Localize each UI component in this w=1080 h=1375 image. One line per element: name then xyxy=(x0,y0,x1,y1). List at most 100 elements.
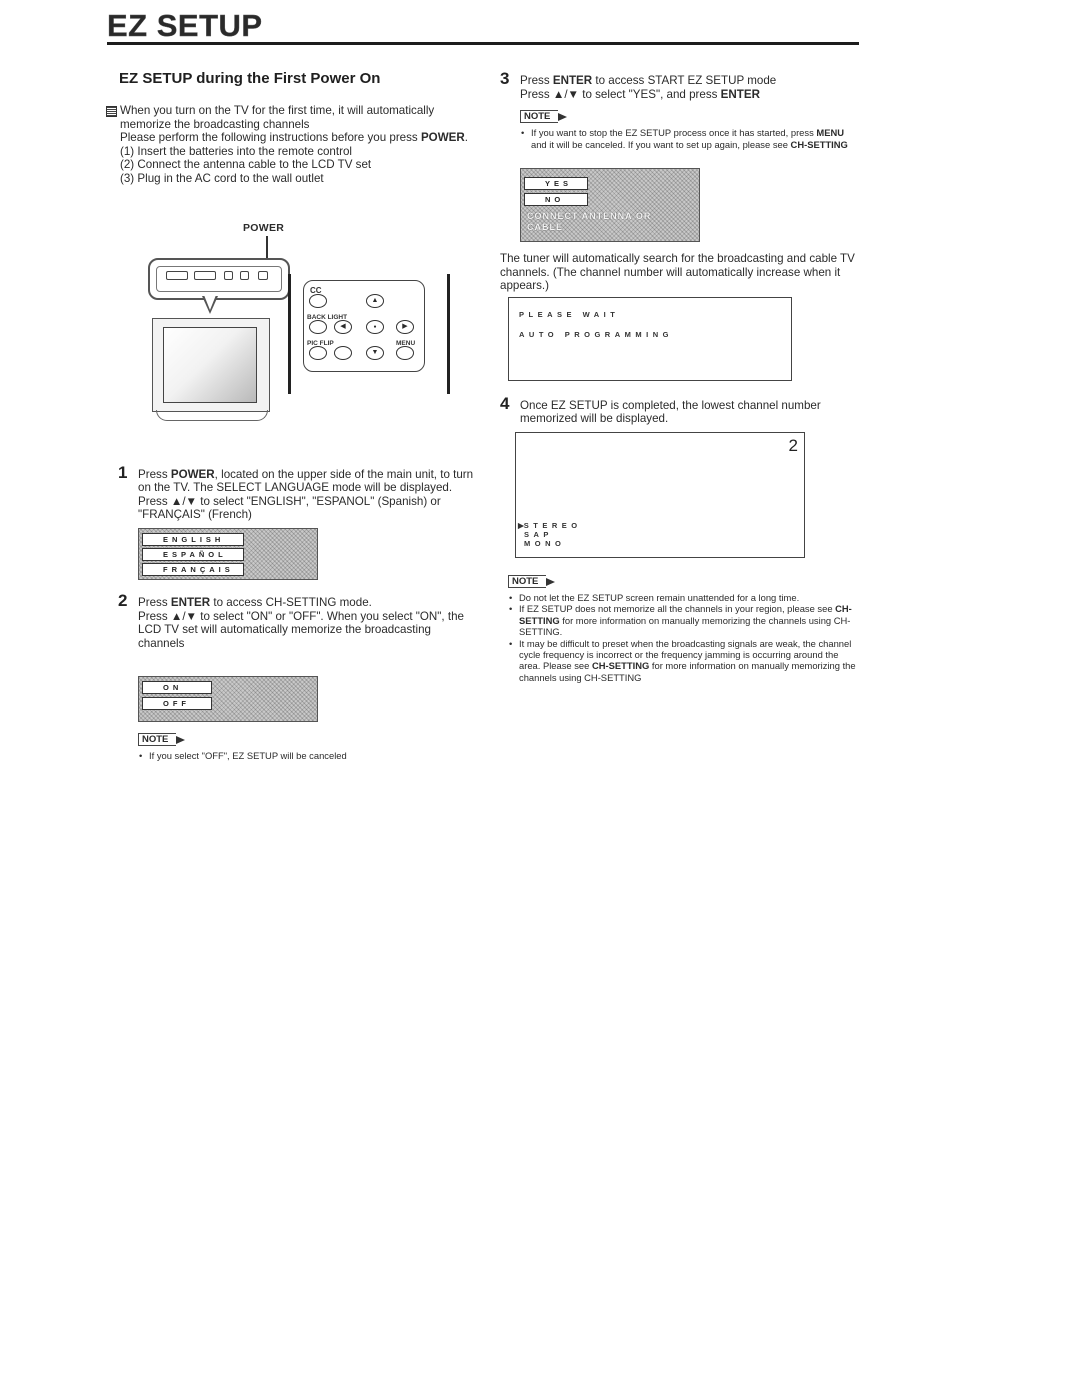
step-text: Press xyxy=(520,74,553,87)
power-pointer-line xyxy=(266,235,268,260)
enter-button: ● xyxy=(366,319,384,334)
ch-setting-keyword: CH-SETTING xyxy=(591,660,650,672)
note-text: and it will be canceled. If you want to … xyxy=(531,138,791,150)
osd-option-on: ON xyxy=(142,681,212,695)
intro-block: When you turn on the TV for the first ti… xyxy=(106,104,478,186)
square-bullet-icon xyxy=(106,106,117,117)
osd-option-no: NO xyxy=(524,193,588,206)
tv-control-panel xyxy=(148,257,290,300)
step-text: Press ▲/▼ to select "YES", and press xyxy=(520,87,721,101)
step-2-note: NOTE If you select "OFF", EZ SETUP will … xyxy=(138,732,478,762)
ch-setting-screen: ON OFF xyxy=(138,676,318,723)
menu-button xyxy=(396,345,414,360)
menu-keyword: MENU xyxy=(816,127,844,139)
remote-button-pad: CC ▲ BACK LIGHT ◀ ● ▶ PIC FLIP MENU ▼ xyxy=(303,279,425,372)
note-list: If you select "OFF", EZ SETUP will be ca… xyxy=(138,750,478,762)
note-text: If EZ SETUP does not memorize all the ch… xyxy=(519,603,836,615)
prereq-item: (3) Plug in the AC cord to the wall outl… xyxy=(120,171,324,185)
prereq-item: (1) Insert the batteries into the remote… xyxy=(120,144,352,158)
panel-button-channel xyxy=(194,270,216,280)
step-2-select-text: Press ▲/▼ to select "ON" or "OFF". When … xyxy=(138,609,464,650)
picflip-button xyxy=(309,345,327,360)
step-1: 1 Press POWER, located on the upper side… xyxy=(118,462,478,580)
step-text: to access START EZ SETUP mode xyxy=(592,74,777,87)
step-3-select-text: Press ▲/▼ to select "YES", and press ENT… xyxy=(520,88,860,102)
cc-button xyxy=(309,293,327,308)
panel-button-input xyxy=(240,270,249,280)
language-select-screen: ENGLISH ESPAÑOL FRANÇAIS xyxy=(138,527,318,580)
step-number: 2 xyxy=(118,590,128,610)
tv-and-remote-illustration: POWER CC ▲ BACK LIGHT ◀ ● ▶ PIC FLIP MEN… xyxy=(118,222,478,462)
right-column: 3 Press ENTER to access START EZ SETUP m… xyxy=(500,70,860,683)
step-4: 4 Once EZ SETUP is completed, the lowest… xyxy=(500,393,860,683)
step-text: Press xyxy=(138,595,171,609)
intro-instruction-text: Please perform the following instruction… xyxy=(120,131,421,145)
note-list: Do not let the EZ SETUP screen remain un… xyxy=(508,592,860,683)
tv-set xyxy=(152,317,270,412)
step-number: 4 xyxy=(500,393,510,413)
step-1-select-text: Press ▲/▼ to select "ENGLISH", "ESPANOL"… xyxy=(138,494,441,522)
right-arrow-button: ▶ xyxy=(396,319,414,334)
step-2: 2 Press ENTER to access CH-SETTING mode.… xyxy=(118,590,478,762)
intro-text: When you turn on the TV for the first ti… xyxy=(120,104,435,131)
ch-setting-keyword: CH-SETTING xyxy=(790,138,848,150)
step-text: to access CH-SETTING mode. xyxy=(210,595,372,609)
osd-please-wait: PLEASE WAIT xyxy=(519,309,620,319)
remote-control: CC ▲ BACK LIGHT ◀ ● ▶ PIC FLIP MENU ▼ xyxy=(288,273,450,394)
step-number: 1 xyxy=(118,462,128,482)
osd-option-francais: FRANÇAIS xyxy=(142,562,244,576)
title-rule xyxy=(107,42,859,45)
channel-number: 2 xyxy=(788,435,798,455)
step-3-text: Press ENTER to access START EZ SETUP mod… xyxy=(520,74,860,88)
panel-button-power xyxy=(258,270,268,280)
power-keyword: POWER xyxy=(170,467,215,481)
osd-option-off: OFF xyxy=(142,697,212,711)
auto-programming-screen: PLEASE WAIT AUTO PROGRAMMING xyxy=(508,296,792,381)
osd-option-yes: YES xyxy=(524,177,588,190)
note-list: If you want to stop the EZ SETUP process… xyxy=(520,127,860,150)
step-text: Press xyxy=(138,467,171,481)
osd-auto-programming: AUTO PROGRAMMING xyxy=(519,330,673,340)
step-4-text: Once EZ SETUP is completed, the lowest c… xyxy=(520,398,821,426)
backlight-button xyxy=(309,319,327,334)
intro-instruction-end: . xyxy=(464,131,468,145)
enter-keyword: ENTER xyxy=(170,595,211,609)
tv-screen xyxy=(163,326,257,403)
left-arrow-button: ◀ xyxy=(334,319,352,334)
step-1-text: Press POWER, located on the upper side o… xyxy=(138,468,478,495)
panel-button-setup xyxy=(224,270,233,280)
start-ez-setup-screen: YES NO CONNECT ANTENNA OR CABLE xyxy=(520,168,700,242)
note-tag: NOTE xyxy=(138,733,186,747)
note-item: It may be difficult to preset when the b… xyxy=(508,638,860,684)
power-label: POWER xyxy=(243,221,285,234)
section-heading: EZ SETUP during the First Power On xyxy=(119,70,381,87)
step-4-note: NOTE Do not let the EZ SETUP screen rema… xyxy=(508,574,860,683)
audio-mode-list: ▶STEREO SAP MONO xyxy=(518,521,582,548)
note-tag: NOTE xyxy=(508,574,556,588)
step-2-text: Press ENTER to access CH-SETTING mode. xyxy=(138,596,478,610)
note-item: Do not let the EZ SETUP screen remain un… xyxy=(508,592,860,604)
audio-mode-sap: SAP xyxy=(524,529,553,539)
step-3-note: NOTE If you want to stop the EZ SETUP pr… xyxy=(520,109,860,150)
panel-button-volume xyxy=(166,270,188,280)
intro-instruction: Please perform the following instruction… xyxy=(120,131,478,145)
callout-pointer xyxy=(202,294,218,314)
note-item: If you want to stop the EZ SETUP process… xyxy=(520,127,860,150)
function-button xyxy=(334,345,352,360)
up-arrow-button: ▲ xyxy=(366,293,384,308)
audio-mode-mono: MONO xyxy=(524,538,566,548)
note-text: If you want to stop the EZ SETUP process… xyxy=(531,127,817,139)
left-column: EZ SETUP during the First Power On When … xyxy=(106,70,478,762)
prereq-item: (2) Connect the antenna cable to the LCD… xyxy=(120,158,372,172)
note-tag: NOTE xyxy=(520,110,568,124)
step-number: 3 xyxy=(500,69,510,88)
enter-keyword: ENTER xyxy=(720,87,760,101)
osd-option-english: ENGLISH xyxy=(142,532,244,546)
enter-keyword: ENTER xyxy=(552,74,593,87)
note-text: for more information on manually memoriz… xyxy=(519,614,851,638)
tv-stand xyxy=(156,409,268,421)
osd-option-espanol: ESPAÑOL xyxy=(142,547,244,561)
tuner-description: The tuner will automatically search for … xyxy=(500,252,855,293)
audio-mode-stereo: ▶STEREO xyxy=(518,521,582,530)
page-title: EZ SETUP xyxy=(107,8,263,43)
